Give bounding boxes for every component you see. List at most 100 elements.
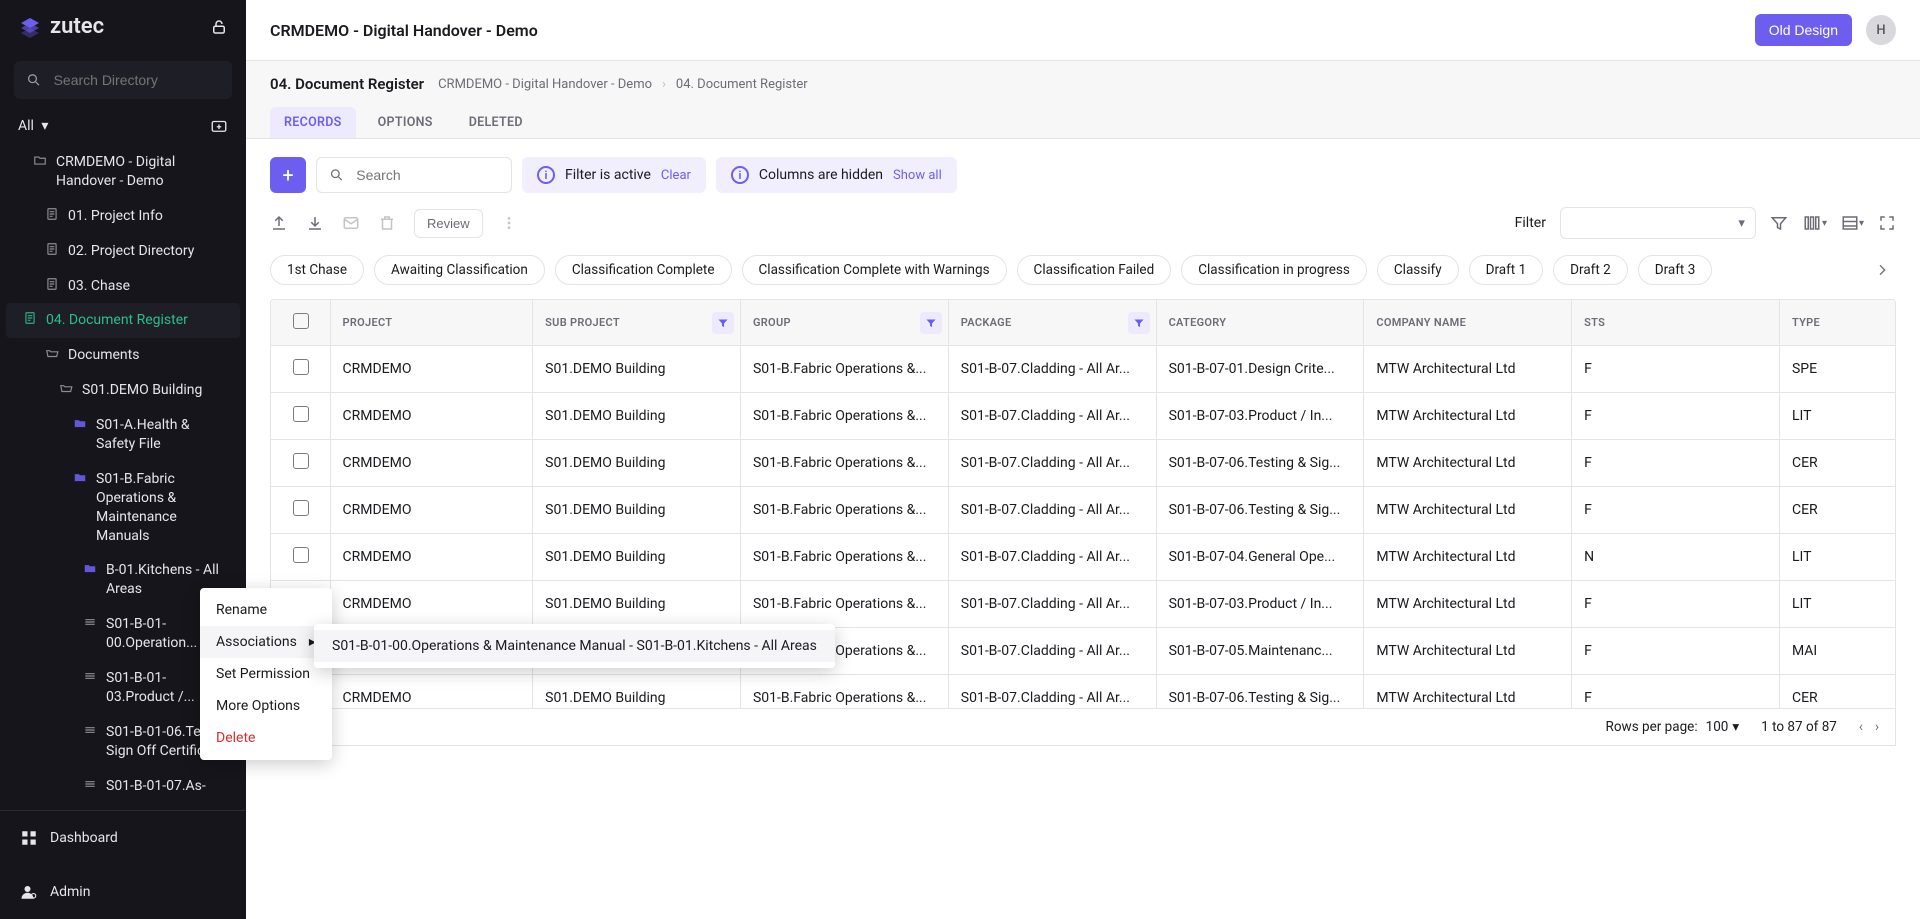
tree-label: 01. Project Info [68, 207, 163, 226]
cell: MTW Architectural Ltd [1364, 440, 1572, 487]
table-row[interactable]: CRMDEMOS01.DEMO BuildingS01-B.Fabric Ope… [271, 534, 1895, 581]
sidebar-search[interactable] [14, 61, 232, 99]
row-checkbox[interactable] [293, 453, 309, 469]
crumb-1[interactable]: CRMDEMO - Digital Handover - Demo [438, 77, 652, 92]
tree-item[interactable]: 04. Document Register [6, 303, 240, 338]
cell: SPE [1779, 346, 1895, 393]
tree-item[interactable]: 01. Project Info [0, 199, 246, 234]
row-checkbox[interactable] [293, 406, 309, 422]
context-menu-item[interactable]: More Options [200, 690, 332, 722]
row-checkbox[interactable] [293, 359, 309, 375]
context-menu-item[interactable]: Set Permission [200, 658, 332, 690]
cell: CER [1779, 675, 1895, 710]
chip[interactable]: Classification Complete [555, 255, 732, 285]
tree-item[interactable]: S01-B.Fabric Operations & Maintenance Ma… [0, 462, 246, 554]
table-row[interactable]: CRMDEMOS01.DEMO BuildingS01-B.Fabric Ope… [271, 581, 1895, 628]
tree-item[interactable]: 02. Project Directory [0, 234, 246, 269]
page-next[interactable]: › [1875, 719, 1879, 735]
cell: S01-B-07.Cladding - All Ar... [948, 393, 1156, 440]
add-folder-icon[interactable] [210, 117, 228, 135]
tab-options[interactable]: OPTIONS [364, 107, 447, 138]
chip[interactable]: Classification in progress [1181, 255, 1367, 285]
row-checkbox[interactable] [293, 500, 309, 516]
toolbar-primary: + i Filter is active Clear i Columns are… [270, 157, 1896, 193]
column-header[interactable]: CATEGORY [1156, 300, 1364, 346]
cell: CRMDEMO [330, 581, 533, 628]
funnel-icon[interactable] [1128, 312, 1150, 334]
chevron-right-icon: › [662, 77, 666, 92]
sidebar-all-row[interactable]: All ▾ [0, 107, 246, 145]
filter-select[interactable]: ▾ [1560, 207, 1756, 239]
select-all-checkbox[interactable] [293, 313, 309, 329]
add-button[interactable]: + [270, 157, 306, 193]
stack-icon [82, 615, 98, 629]
cell: S01.DEMO Building [533, 487, 741, 534]
table-row[interactable]: CRMDEMOS01.DEMO BuildingS01-B.Fabric Ope… [271, 346, 1895, 393]
tree-item[interactable]: Documents [0, 338, 246, 373]
old-design-button[interactable]: Old Design [1755, 14, 1852, 46]
more-vert-icon[interactable] [501, 215, 517, 231]
cell: S01-B.Fabric Operations &... [740, 440, 948, 487]
stack-icon [82, 723, 98, 737]
density-icon[interactable]: ▾ [1841, 214, 1864, 232]
funnel-icon[interactable] [920, 312, 942, 334]
tree-item[interactable]: S01-B-01-07.As- [0, 769, 246, 804]
rpp-select[interactable]: 100 ▾ [1706, 719, 1740, 735]
lock-icon[interactable] [210, 18, 228, 36]
tab-deleted[interactable]: DELETED [455, 107, 537, 138]
review-button[interactable]: Review [414, 209, 483, 238]
submenu-item[interactable]: S01-B-01-00.Operations & Maintenance Man… [314, 630, 835, 662]
sidebar-search-input[interactable] [52, 71, 220, 89]
tree-item[interactable]: CRMDEMO - Digital Handover - Demo [0, 145, 246, 199]
clear-filter-link[interactable]: Clear [661, 168, 691, 183]
column-header[interactable]: STS [1572, 300, 1780, 346]
cell: F [1572, 581, 1780, 628]
tab-records[interactable]: RECORDS [270, 107, 356, 138]
table-row[interactable]: CRMDEMOS01.DEMO BuildingS01-B.Fabric Ope… [271, 393, 1895, 440]
tree-item[interactable]: 03. Chase [0, 269, 246, 304]
chip[interactable]: 1st Chase [270, 255, 364, 285]
fullscreen-icon[interactable] [1878, 214, 1896, 232]
cell: MTW Architectural Ltd [1364, 581, 1572, 628]
chip[interactable]: Draft 2 [1553, 255, 1628, 285]
page-prev[interactable]: ‹ [1859, 719, 1863, 735]
context-menu-item[interactable]: Delete [200, 722, 332, 754]
content-search[interactable] [316, 157, 512, 193]
cell: MAI [1779, 628, 1895, 675]
context-menu-item[interactable]: Associations▸ [200, 626, 332, 658]
tree-item[interactable]: S01.DEMO Building [0, 373, 246, 408]
table-row[interactable]: CRMDEMOS01.DEMO BuildingS01-B.Fabric Ope… [271, 440, 1895, 487]
chip[interactable]: Draft 3 [1638, 255, 1713, 285]
chip[interactable]: Classify [1377, 255, 1459, 285]
funnel-icon[interactable] [712, 312, 734, 334]
show-all-link[interactable]: Show all [893, 168, 942, 183]
crumb-2[interactable]: 04. Document Register [676, 77, 808, 92]
chip[interactable]: Awaiting Classification [374, 255, 545, 285]
download-icon[interactable] [306, 214, 324, 232]
content-search-input[interactable] [354, 166, 499, 184]
column-header[interactable]: PROJECT [330, 300, 533, 346]
column-header[interactable]: PACKAGE [948, 300, 1156, 346]
footer-admin[interactable]: Admin [0, 865, 246, 919]
context-menu-item[interactable]: Rename [200, 594, 332, 626]
column-header[interactable]: COMPANY NAME [1364, 300, 1572, 346]
cell: CRMDEMO [330, 440, 533, 487]
table-row[interactable]: CRMDEMOS01.DEMO BuildingS01-B.Fabric Ope… [271, 487, 1895, 534]
chip[interactable]: Classification Complete with Warnings [742, 255, 1007, 285]
funnel-icon[interactable] [1770, 214, 1788, 232]
upload-icon[interactable] [270, 214, 288, 232]
avatar[interactable]: H [1866, 15, 1896, 45]
chip[interactable]: Classification Failed [1017, 255, 1172, 285]
brand-logo[interactable]: zutec [18, 14, 104, 39]
columns-icon[interactable]: ▾ [1802, 214, 1827, 232]
column-header[interactable]: GROUP [740, 300, 948, 346]
chips-next[interactable] [1868, 262, 1896, 278]
footer-dashboard[interactable]: Dashboard [0, 811, 246, 865]
row-checkbox[interactable] [293, 547, 309, 563]
table-row[interactable]: CRMDEMOS01.DEMO BuildingS01-B.Fabric Ope… [271, 675, 1895, 710]
tree-item[interactable]: S01-A.Health & Safety File [0, 408, 246, 462]
chip[interactable]: Draft 1 [1469, 255, 1544, 285]
cell: CRMDEMO [330, 346, 533, 393]
column-header[interactable]: TYPE [1779, 300, 1895, 346]
column-header[interactable]: SUB PROJECT [533, 300, 741, 346]
